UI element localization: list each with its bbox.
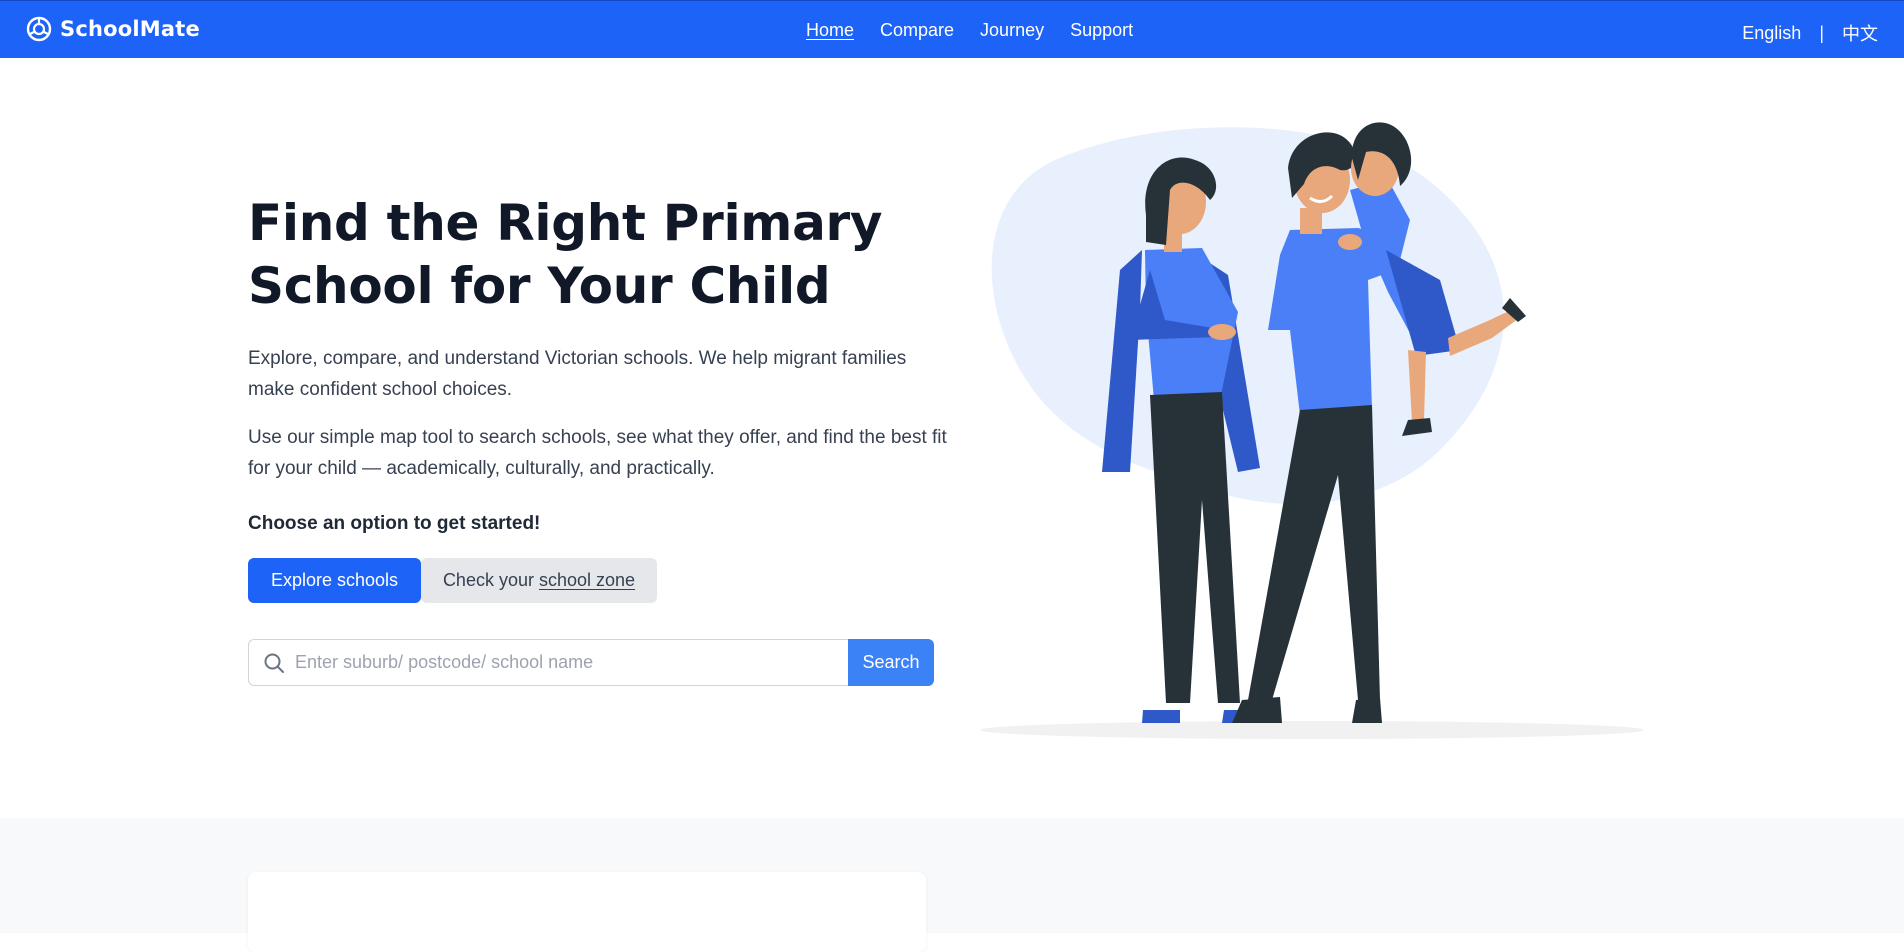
hero-intro-paragraph: Explore, compare, and understand Victori… [248,348,907,400]
magnifier-icon [264,653,284,673]
zone-button-link-text: school zone [538,570,636,590]
lang-english-link[interactable]: English [1742,23,1801,44]
language-switcher: English | 中文 [1742,20,1878,46]
compass-logo-icon [26,16,52,42]
check-school-zone-button[interactable]: Check your school zone [421,558,657,603]
feature-card [248,872,926,952]
zone-button-prefix: Check your [442,570,539,590]
school-search-bar: Search [248,639,934,686]
search-button[interactable]: Search [848,639,934,686]
illustration-ground-shadow [980,721,1644,739]
lang-chinese-link[interactable]: 中文 [1842,20,1878,46]
cta-button-group: Explore schools Check your school zone [248,558,657,603]
top-navbar: SchoolMate Home Compare Journey Support … [0,0,1904,58]
nav-journey-link[interactable]: Journey [980,20,1044,41]
main-nav: Home Compare Journey Support [806,20,1133,41]
search-input[interactable] [295,642,848,683]
features-section [0,818,1904,952]
hero-title: Find the Right Primary School for Your C… [248,194,883,315]
nav-support-link[interactable]: Support [1070,20,1133,41]
cta-label: Choose an option to get started! [248,513,541,534]
nav-compare-link[interactable]: Compare [880,20,954,41]
brand-name: SchoolMate [60,17,200,41]
explore-schools-button[interactable]: Explore schools [248,558,421,603]
search-field-wrapper [248,639,848,686]
brand-logo[interactable]: SchoolMate [26,16,200,42]
hero-map-paragraph: Use our simple map tool to search school… [248,427,947,479]
lang-separator: | [1819,22,1824,43]
nav-home-link[interactable]: Home [806,20,854,41]
family-illustration [980,122,1644,739]
